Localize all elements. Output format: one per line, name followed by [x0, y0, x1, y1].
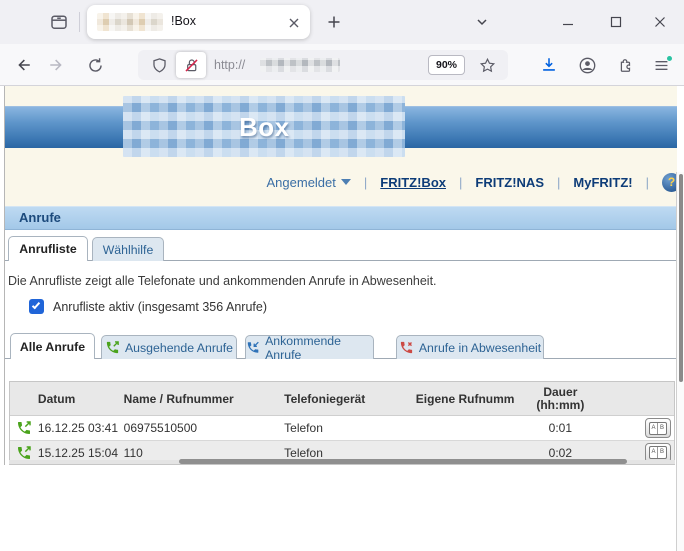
session-label: Angemeldet	[267, 175, 336, 190]
menu-notification-dot	[666, 55, 673, 62]
menu-hamburger-icon[interactable]	[646, 51, 676, 79]
incoming-call-icon	[246, 340, 260, 355]
redacted-tab-favicon-title	[97, 13, 163, 31]
reload-icon[interactable]	[80, 50, 110, 80]
section-title-bar: Anrufe	[5, 206, 677, 230]
tab-ankommende-anrufe[interactable]: Ankommende Anrufe	[245, 335, 374, 359]
primary-tab-row: Anrufliste Wählhilfe	[5, 236, 677, 261]
missed-call-icon	[399, 340, 414, 355]
session-menu[interactable]: Angemeldet	[267, 175, 351, 190]
cell-device: Telefon	[284, 421, 416, 435]
tab-abwesenheit-label: Anrufe in Abwesenheit	[419, 341, 541, 355]
cell-datum: 16.12.25 03:41	[38, 421, 124, 435]
add-to-phonebook-button[interactable]	[645, 418, 671, 438]
fritzbox-page: Box Angemeldet | FRITZ!Box | FRITZ!NAS |…	[4, 86, 676, 465]
account-icon[interactable]	[572, 51, 602, 79]
downloads-icon[interactable]	[534, 51, 564, 79]
logo-visible-text: Box	[239, 112, 290, 143]
header-datum: Datum	[38, 392, 124, 406]
filter-tab-row: Alle Anrufe Ausgehende Anrufe Ankommende…	[5, 333, 677, 359]
call-list-active-checkbox[interactable]	[29, 299, 44, 314]
url-scheme: http://	[214, 58, 245, 72]
header-own-number: Eigene Rufnummer	[416, 392, 516, 406]
forward-icon[interactable]	[42, 50, 72, 80]
bookmark-star-icon[interactable]	[474, 53, 500, 77]
header-name: Name / Rufnummer	[124, 392, 285, 406]
tab-list-chevron-icon[interactable]	[468, 9, 496, 35]
window-close-icon[interactable]	[643, 8, 677, 36]
tab-ausgehende-anrufe[interactable]: Ausgehende Anrufe	[101, 335, 237, 359]
header-duration: Dauer (hh:mm)	[515, 386, 605, 412]
nav-link-myfritz[interactable]: MyFRITZ!	[573, 175, 632, 190]
tab-title: !Box	[171, 14, 196, 28]
phonebook-icon	[649, 422, 667, 435]
tab-anrufliste[interactable]: Anrufliste	[8, 236, 88, 261]
tab-close-icon[interactable]	[284, 13, 304, 33]
call-table: Datum Name / Rufnummer Telefoniegerät Ei…	[9, 381, 675, 465]
nav-separator: |	[459, 175, 462, 190]
tab-alle-anrufe[interactable]: Alle Anrufe	[10, 333, 95, 359]
top-navigation: Angemeldet | FRITZ!Box | FRITZ!NAS | MyF…	[267, 172, 682, 192]
header-device: Telefoniegerät	[284, 392, 416, 406]
nav-separator: |	[646, 175, 649, 190]
outgoing-call-icon	[105, 340, 120, 355]
cell-number: 06975510500	[124, 421, 285, 435]
call-list-active-label: Anrufliste aktiv (insgesamt 356 Anrufe)	[53, 300, 267, 314]
table-header-row: Datum Name / Rufnummer Telefoniegerät Ei…	[10, 382, 674, 416]
outgoing-call-icon	[16, 445, 32, 461]
page-viewport: Box Angemeldet | FRITZ!Box | FRITZ!NAS |…	[0, 86, 684, 465]
tracking-shield-icon[interactable]	[146, 53, 172, 77]
firefox-view-icon[interactable]	[44, 9, 74, 35]
vertical-scrollbar-track[interactable]	[676, 172, 684, 551]
tab-separator	[79, 12, 80, 32]
new-tab-icon[interactable]	[320, 9, 348, 35]
horizontal-scrollbar-thumb[interactable]	[179, 459, 627, 464]
nav-separator: |	[364, 175, 367, 190]
nav-link-fritzbox[interactable]: FRITZ!Box	[380, 175, 446, 190]
nav-separator: |	[557, 175, 560, 190]
cell-duration: 0:02	[515, 446, 605, 460]
zoom-level-badge[interactable]: 90%	[428, 55, 465, 75]
cell-datum: 15.12.25 15:04	[38, 446, 124, 460]
back-icon[interactable]	[8, 50, 38, 80]
cell-duration: 0:01	[515, 421, 605, 435]
table-row: 16.12.25 03:41 06975510500 Telefon 0:01	[10, 416, 674, 440]
call-list-description: Die Anrufliste zeigt alle Telefonate und…	[8, 274, 437, 288]
cell-device: Telefon	[284, 446, 416, 460]
call-list-active-row[interactable]: Anrufliste aktiv (insgesamt 356 Anrufe)	[29, 299, 267, 314]
outgoing-call-icon	[16, 420, 32, 436]
vertical-scrollbar-thumb[interactable]	[679, 174, 683, 382]
tab-ankommende-label: Ankommende Anrufe	[265, 334, 373, 362]
redacted-url	[260, 58, 340, 72]
extensions-icon[interactable]	[610, 51, 640, 79]
tab-alle-anrufe-label: Alle Anrufe	[20, 340, 85, 354]
browser-tab[interactable]: !Box	[87, 5, 310, 39]
tab-ausgehende-label: Ausgehende Anrufe	[125, 341, 233, 355]
tab-waehlhilfe[interactable]: Wählhilfe	[92, 237, 164, 261]
checkmark-icon	[32, 301, 40, 310]
phonebook-icon	[649, 446, 667, 459]
browser-tab-strip: !Box	[0, 0, 684, 44]
cell-number: 110	[124, 446, 285, 460]
window-maximize-icon[interactable]	[599, 8, 633, 36]
nav-link-fritznas[interactable]: FRITZ!NAS	[475, 175, 544, 190]
tab-anrufe-in-abwesenheit[interactable]: Anrufe in Abwesenheit	[396, 335, 544, 359]
insecure-connection-icon[interactable]	[176, 52, 206, 78]
window-minimize-icon[interactable]	[551, 8, 585, 36]
dropdown-caret-icon	[341, 179, 351, 185]
